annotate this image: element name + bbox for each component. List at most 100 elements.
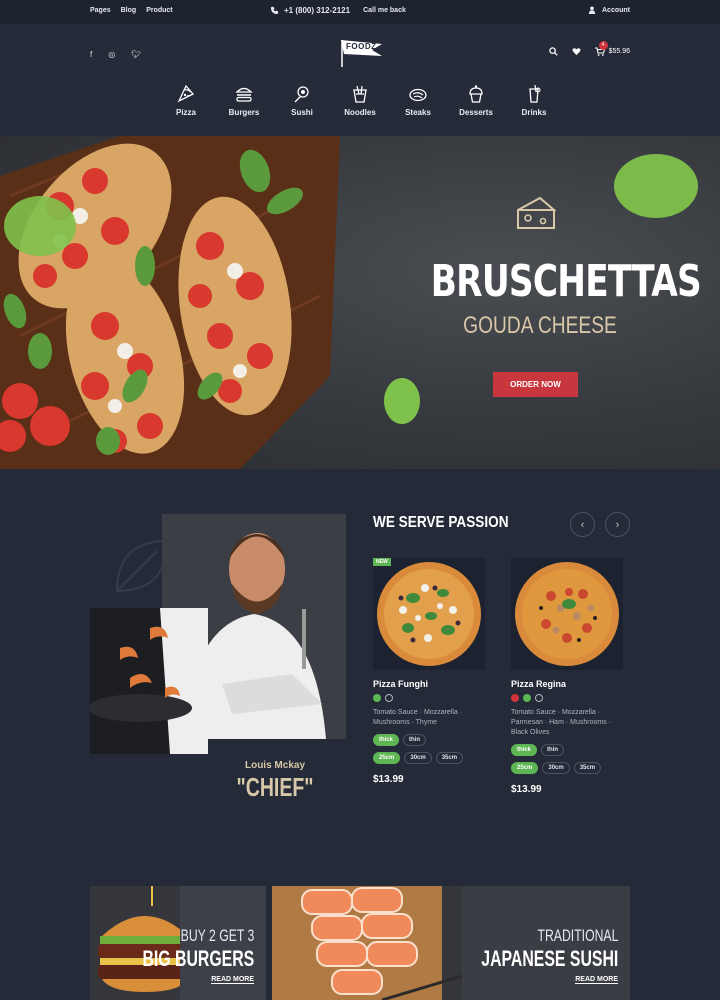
new-badge: NEW bbox=[373, 558, 391, 566]
hero-subtitle: GOUDA CHEESE bbox=[463, 312, 617, 339]
top-link-product[interactable]: Product bbox=[146, 7, 172, 14]
menu-label: Desserts bbox=[459, 108, 493, 117]
info-icon[interactable] bbox=[535, 694, 543, 702]
carousel-next-button[interactable]: › bbox=[605, 512, 630, 537]
dessert-icon bbox=[469, 85, 483, 103]
hero-banner: BRUSCHETTAS GOUDA CHEESE ORDER NOW bbox=[0, 136, 720, 469]
pizza-icon bbox=[177, 84, 195, 103]
crust-option-thick[interactable]: thick bbox=[511, 744, 538, 756]
crust-option-thin[interactable]: thin bbox=[541, 744, 565, 756]
search-icon[interactable] bbox=[548, 47, 558, 56]
sushi-icon bbox=[294, 86, 309, 103]
menu-label: Sushi bbox=[291, 108, 313, 117]
size-option-30[interactable]: 30cm bbox=[542, 762, 570, 774]
pizza-funghi-image bbox=[377, 562, 481, 666]
product-name[interactable]: Pizza Regina bbox=[511, 679, 623, 689]
menu-item-pizza[interactable]: Pizza bbox=[170, 84, 202, 117]
carousel-prev-button[interactable]: ‹ bbox=[570, 512, 595, 537]
phone-icon bbox=[270, 6, 279, 15]
product-card[interactable]: NEW Pizza Funghi Tomato Sauce · Mozzarel… bbox=[373, 558, 485, 785]
menu-label: Pizza bbox=[175, 108, 196, 117]
logo[interactable]: FOODZ bbox=[338, 38, 384, 68]
product-price: $13.99 bbox=[373, 774, 404, 785]
crust-option-thin[interactable]: thin bbox=[403, 734, 427, 746]
size-option-30[interactable]: 30cm bbox=[404, 752, 432, 764]
top-bar: Pages Blog Product +1 (800) 312-2121 Cal… bbox=[0, 0, 720, 24]
chef-role: "CHIEF" bbox=[236, 772, 314, 802]
steak-icon bbox=[409, 88, 427, 102]
cart-count-badge: 4 bbox=[598, 41, 608, 50]
instagram-icon[interactable]: ◎ bbox=[108, 50, 115, 59]
banner-pretitle: TRADITIONAL bbox=[537, 926, 618, 945]
banner-title: JAPANESE SUSHI bbox=[480, 946, 618, 971]
crust-option-thick[interactable]: thick bbox=[373, 734, 400, 746]
wishlist-heart-icon[interactable] bbox=[572, 47, 581, 56]
spicy-icon bbox=[511, 694, 519, 702]
noodles-icon bbox=[353, 85, 367, 103]
facebook-icon[interactable]: f bbox=[90, 50, 92, 59]
product-price: $13.99 bbox=[511, 784, 542, 795]
crust-options: thick thin bbox=[373, 734, 485, 746]
menu-label: Noodles bbox=[344, 108, 376, 117]
user-icon bbox=[588, 6, 596, 14]
chef-name: Louis Mckay bbox=[244, 760, 306, 771]
menu-item-sushi[interactable]: Sushi bbox=[286, 84, 318, 117]
menu-item-drinks[interactable]: Drinks bbox=[518, 84, 550, 117]
size-option-35[interactable]: 35cm bbox=[435, 752, 464, 764]
cart-button[interactable]: 4 $55.96 bbox=[594, 41, 630, 56]
promo-banner-burgers[interactable]: BUY 2 GET 3 BIG BURGERS READ MORE bbox=[90, 886, 266, 1000]
product-tags bbox=[373, 694, 485, 702]
top-link-blog[interactable]: Blog bbox=[121, 7, 137, 14]
product-image[interactable]: NEW bbox=[373, 558, 485, 670]
bruschetta-image bbox=[0, 136, 340, 469]
product-image[interactable] bbox=[511, 558, 623, 670]
twitter-icon[interactable]: 🐦︎ bbox=[131, 50, 141, 59]
top-link-pages[interactable]: Pages bbox=[90, 7, 111, 14]
section-title: WE SERVE PASSION bbox=[373, 514, 509, 531]
call-me-back-link[interactable]: Call me back bbox=[363, 7, 406, 14]
top-links: Pages Blog Product bbox=[90, 7, 173, 14]
size-option-35[interactable]: 35cm bbox=[573, 762, 602, 774]
order-now-button[interactable]: ORDER NOW bbox=[493, 372, 578, 397]
crust-options: thick thin bbox=[511, 744, 623, 756]
vegetarian-icon bbox=[523, 694, 531, 702]
drink-icon bbox=[529, 84, 541, 103]
info-icon[interactable] bbox=[385, 694, 393, 702]
account-label: Account bbox=[602, 6, 630, 14]
size-option-25[interactable]: 25cm bbox=[373, 752, 401, 764]
account-link[interactable]: Account bbox=[588, 6, 630, 14]
phone-number[interactable]: +1 (800) 312-2121 bbox=[284, 6, 350, 15]
leaf-decoration bbox=[614, 154, 698, 218]
logo-text: FOODZ bbox=[346, 42, 377, 51]
header-tools: 4 $55.96 bbox=[548, 41, 630, 56]
banner-pretitle: BUY 2 GET 3 bbox=[180, 926, 254, 945]
pizza-regina-image bbox=[515, 562, 619, 666]
hero-title: BRUSCHETTAS bbox=[430, 256, 702, 307]
cooking-photo bbox=[90, 608, 208, 754]
product-tags bbox=[511, 694, 623, 702]
banner-title: BIG BURGERS bbox=[142, 946, 254, 971]
promo-banner-sushi[interactable]: TRADITIONAL JAPANESE SUSHI READ MORE bbox=[272, 886, 630, 1000]
phone-contact: +1 (800) 312-2121 Call me back bbox=[270, 6, 406, 15]
cheese-icon bbox=[517, 196, 556, 229]
burger-icon bbox=[235, 87, 253, 102]
read-more-link[interactable]: READ MORE bbox=[211, 976, 254, 984]
size-options: 25cm 30cm 35cm bbox=[373, 752, 485, 764]
product-description: Tomato Sauce · Mozzarella · Parmesan · H… bbox=[511, 709, 611, 736]
social-links: f ◎ 🐦︎ bbox=[90, 50, 141, 59]
size-options: 25cm 30cm 35cm bbox=[511, 762, 623, 774]
menu-item-steaks[interactable]: Steaks bbox=[402, 84, 434, 117]
menu-label: Steaks bbox=[405, 108, 431, 117]
product-card[interactable]: Pizza Regina Tomato Sauce · Mozzarella ·… bbox=[511, 558, 623, 795]
menu-item-burgers[interactable]: Burgers bbox=[228, 84, 260, 117]
size-option-25[interactable]: 25cm bbox=[511, 762, 539, 774]
menu-label: Burgers bbox=[228, 108, 260, 117]
vegetarian-icon bbox=[373, 694, 381, 702]
cart-total: $55.96 bbox=[608, 48, 630, 55]
menu-item-desserts[interactable]: Desserts bbox=[459, 84, 493, 117]
menu-item-noodles[interactable]: Noodles bbox=[344, 84, 376, 117]
product-name[interactable]: Pizza Funghi bbox=[373, 679, 485, 689]
menu-label: Drinks bbox=[521, 108, 547, 117]
product-description: Tomato Sauce · Mozzarella · Mushrooms · … bbox=[373, 709, 463, 726]
read-more-link[interactable]: READ MORE bbox=[575, 976, 618, 984]
